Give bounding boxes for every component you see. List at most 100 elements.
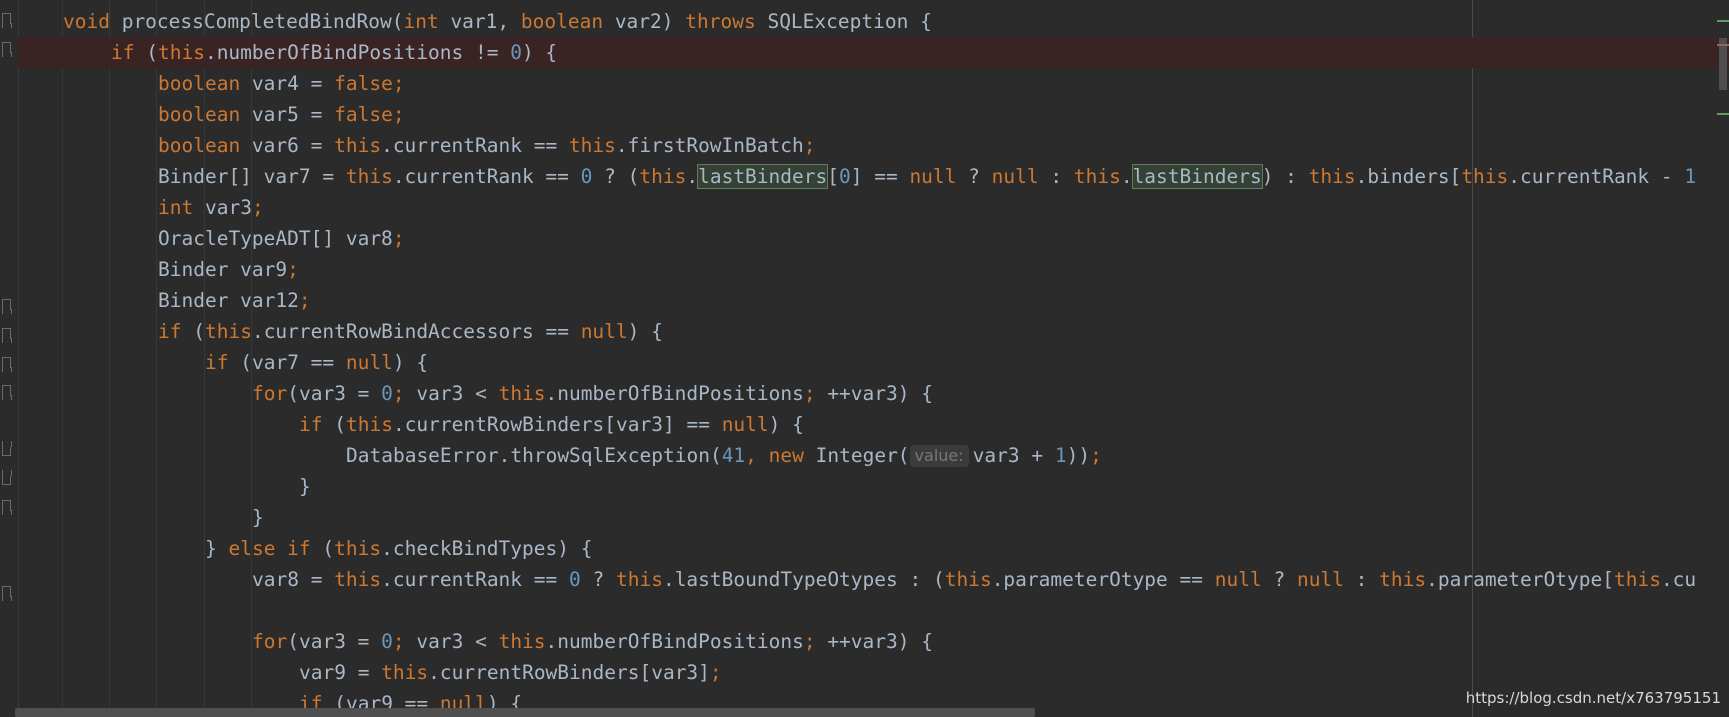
code-token: } (299, 475, 311, 498)
code-token: this (334, 568, 382, 591)
code-token: ) { (768, 413, 804, 436)
code-line[interactable]: if (this.currentRowBinders[var3] == null… (18, 409, 1729, 440)
code-line[interactable]: boolean var4 = false; (18, 68, 1729, 99)
code-token: . (1120, 165, 1133, 188)
code-line[interactable]: boolean var5 = false; (18, 99, 1729, 130)
fold-marker-icon[interactable] (0, 384, 12, 400)
code-token: 0 (381, 630, 393, 653)
code-line[interactable]: boolean var6 = this.currentRank == this.… (18, 130, 1729, 161)
code-line[interactable]: var8 = this.currentRank == 0 ? this.last… (18, 564, 1729, 595)
code-token: this (157, 41, 205, 64)
fold-marker-icon[interactable] (0, 585, 12, 601)
code-line[interactable]: Binder[] var7 = this .currentRank == 0 ? … (18, 161, 1729, 192)
code-line[interactable]: } else if (this.checkBindTypes) { (18, 533, 1729, 564)
code-token: ; (709, 661, 722, 684)
code-line[interactable]: Binder var12; (18, 285, 1729, 316)
code-token: 1 (1054, 444, 1067, 467)
code-token: ++var3) { (827, 630, 933, 653)
fold-marker-icon[interactable] (0, 499, 12, 515)
code-token: this (1308, 165, 1356, 188)
code-token: 0 (838, 165, 851, 188)
fold-marker-icon[interactable] (0, 12, 12, 28)
code-token: .currentRank == (392, 165, 581, 188)
code-line[interactable]: void processCompletedBindRow(int var1, b… (18, 6, 1729, 37)
code-token: ; (392, 382, 417, 405)
code-line[interactable]: OracleTypeADT[] var8; (18, 223, 1729, 254)
code-token: ; (392, 72, 405, 95)
parameter-hint: value: (909, 445, 969, 467)
code-line[interactable]: DatabaseError.throwSqlException(41, new … (18, 440, 1729, 471)
code-token: ++var3) { (827, 382, 933, 405)
editor-gutter[interactable] (0, 0, 19, 717)
code-token: this (639, 165, 687, 188)
code-line-breakpoint[interactable]: if (this.numberOfBindPositions != 0) { (18, 37, 1729, 68)
code-line[interactable] (18, 595, 1729, 626)
code-token: Binder var9 (158, 258, 288, 281)
code-token: . (686, 165, 699, 188)
code-token: ( (193, 320, 205, 343)
code-token: , (745, 444, 769, 467)
code-token: (var3 = (287, 382, 382, 405)
code-token: ; (803, 134, 816, 157)
code-token: 0 (569, 568, 581, 591)
change-marker[interactable] (1717, 20, 1729, 22)
fold-end-icon[interactable] (0, 441, 12, 457)
code-token: ( (322, 537, 335, 560)
code-token: this (1073, 165, 1121, 188)
code-line[interactable]: var9 = this.currentRowBinders[var3]; (18, 657, 1729, 688)
code-token: var3 < (416, 382, 499, 405)
code-token: (var7 == (240, 351, 346, 374)
code-token: .numberOfBindPositions (545, 630, 804, 653)
code-line[interactable]: for(var3 = 0; var3 < this.numberOfBindPo… (18, 378, 1729, 409)
code-token: var5 = (251, 103, 335, 126)
code-token: null (345, 351, 393, 374)
code-token: 1 (1684, 165, 1697, 188)
code-line[interactable]: Binder var9; (18, 254, 1729, 285)
horizontal-scrollbar-thumb[interactable] (15, 708, 1035, 717)
code-line[interactable]: int var3; (18, 192, 1729, 223)
code-token: throws (685, 10, 768, 33)
code-token: .currentRank == (381, 568, 569, 591)
code-token: } (252, 506, 264, 529)
code-line[interactable]: } (18, 502, 1729, 533)
code-token: if (111, 41, 147, 64)
code-token: .parameterOtype[ (1426, 568, 1614, 591)
watermark-text: https://blog.csdn.net/x763795151 (1465, 689, 1721, 707)
code-token: .binders[ (1355, 165, 1462, 188)
code-token: 0 (510, 41, 522, 64)
code-token: .cu (1660, 568, 1697, 591)
fold-marker-icon[interactable] (0, 41, 12, 57)
code-token: var3 (204, 196, 252, 219)
code-token: for (252, 382, 288, 405)
code-token: Binder[] var7 = (158, 165, 346, 188)
code-token: : (1038, 165, 1074, 188)
code-line[interactable]: if (this.currentRowBindAccessors == null… (18, 316, 1729, 347)
code-token: boolean (158, 134, 252, 157)
code-token: this (334, 537, 382, 560)
code-token: .currentRowBinders[var3] (428, 661, 710, 684)
code-token: } (205, 537, 229, 560)
code-token: var1, (450, 10, 521, 33)
fold-marker-icon[interactable] (0, 356, 12, 372)
code-line[interactable]: for(var3 = 0; var3 < this.numberOfBindPo… (18, 626, 1729, 657)
code-token: .firstRowInBatch (615, 134, 804, 157)
code-token: this (498, 630, 546, 653)
code-token: var8 = (252, 568, 335, 591)
code-token: else if (228, 537, 323, 560)
code-token: ; (251, 196, 264, 219)
change-marker[interactable] (1717, 44, 1729, 46)
fold-end-icon[interactable] (0, 470, 12, 486)
fold-marker-icon[interactable] (0, 298, 12, 314)
code-line[interactable]: } (18, 471, 1729, 502)
code-token: ? (956, 165, 992, 188)
code-token: Binder var12 (158, 289, 299, 312)
fold-marker-icon[interactable] (0, 327, 12, 343)
code-token: OracleTypeADT[] var8 (158, 227, 393, 250)
code-token: var3 < (416, 630, 499, 653)
code-token: ? ( (592, 165, 640, 188)
code-editor[interactable]: void processCompletedBindRow(int var1, b… (18, 0, 1729, 717)
code-token: : (1343, 568, 1380, 591)
code-line[interactable]: if (var7 == null) { (18, 347, 1729, 378)
code-token: .lastBoundTypeOtypes : ( (662, 568, 945, 591)
change-marker[interactable] (1717, 113, 1729, 115)
